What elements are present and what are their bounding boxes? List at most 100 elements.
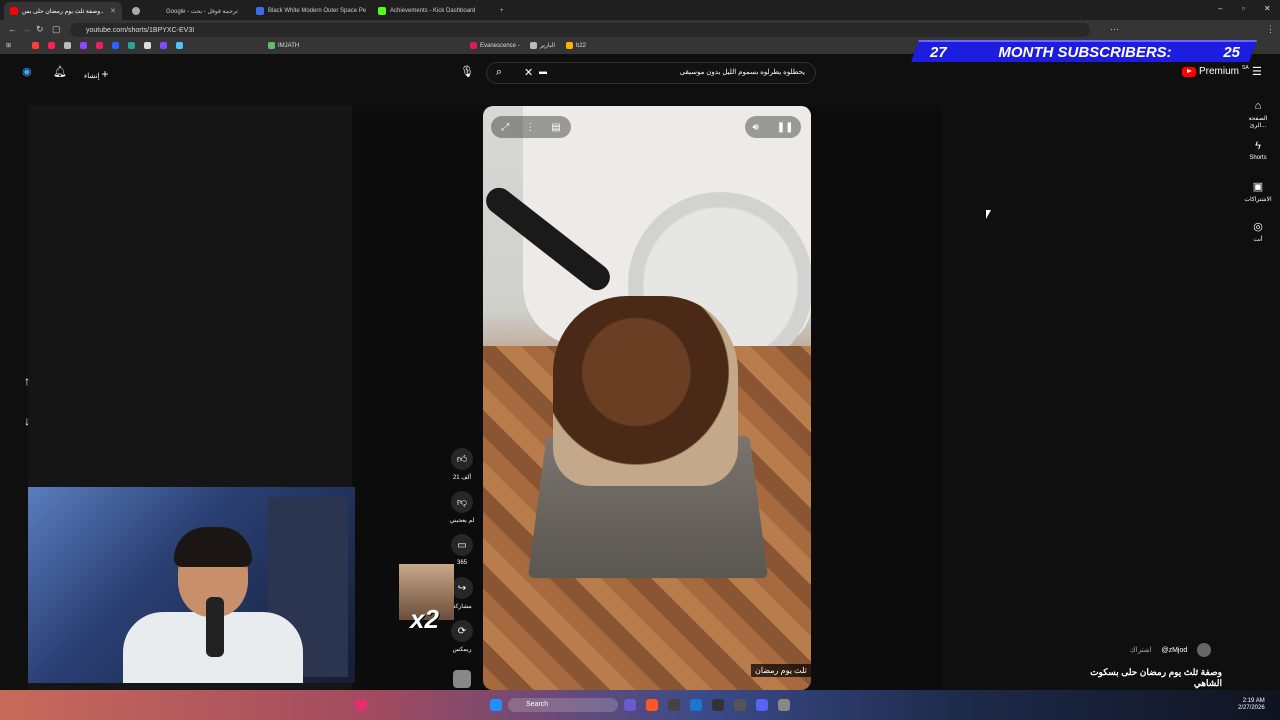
comments-button[interactable]: ▭ 365 <box>447 534 477 566</box>
bookmark-icon[interactable] <box>32 42 39 49</box>
search-icon[interactable]: ⌕ <box>496 66 502 79</box>
bookmark-icon[interactable] <box>96 42 103 49</box>
thumbs-up-icon: 👍︎ <box>451 448 473 470</box>
create-button[interactable]: إنشاء + <box>84 67 109 81</box>
sidebar-item-shorts[interactable]: ϟ Shorts <box>1240 140 1276 161</box>
bookmark-icon[interactable] <box>80 42 87 49</box>
next-short-arrow-icon[interactable]: ↓ <box>24 414 30 428</box>
bookmark-icon[interactable] <box>128 42 135 49</box>
fullscreen-icon[interactable]: ⤢ <box>501 122 509 133</box>
taskbar-app-icon[interactable] <box>712 699 724 711</box>
apps-icon[interactable]: ⊞ <box>6 42 11 49</box>
video-top-right-controls: 🔊︎ ❚❚ <box>745 116 801 138</box>
remix-button[interactable]: ⟳ ريمكس <box>447 620 477 653</box>
sidebar-label: الصفحة الرئ... <box>1249 116 1268 129</box>
voice-search-icon[interactable]: 🎙︎ <box>460 65 474 78</box>
volume-icon[interactable]: 🔊︎ <box>752 122 758 133</box>
new-tab-button[interactable]: + <box>494 2 510 20</box>
menu-icon[interactable]: ⋮ <box>1266 24 1275 35</box>
taskbar-search[interactable]: Search <box>508 698 618 712</box>
taskbar-app-icon[interactable] <box>668 699 680 711</box>
video-top-left-controls: ⤢ ⋮ ▤ <box>491 116 571 138</box>
tab-canva[interactable]: Black White Modern Outer Space Pe <box>250 2 368 20</box>
settings-icon[interactable] <box>778 699 790 711</box>
hamburger-menu-icon[interactable]: ☰ <box>1252 65 1262 78</box>
subscriptions-icon: ▣ <box>1240 180 1276 193</box>
windows-start-icon[interactable] <box>490 699 502 711</box>
reload-icon[interactable]: ↻ <box>36 24 44 35</box>
bookmark-icon[interactable] <box>48 42 55 49</box>
bookmark-icon[interactable] <box>144 42 151 49</box>
previous-short-arrow-icon[interactable]: ↑ <box>24 374 30 388</box>
bookmark-page-icon[interactable]: ▢ <box>52 24 61 35</box>
maximize-icon[interactable]: ▫ <box>1242 4 1245 13</box>
discord-icon[interactable] <box>756 699 768 711</box>
bookmark-evanescence[interactable]: Evanescence - <box>470 42 520 49</box>
url-text: youtube.com/shorts/1BPYXC-EV3I <box>86 27 194 34</box>
notifications-icon[interactable]: 🔔︎ <box>53 65 67 78</box>
keyboard-icon[interactable]: ▬ <box>539 67 547 76</box>
sidebar-item-home[interactable]: ⌂ الصفحة الرئ... <box>1240 100 1276 129</box>
tab-chrome[interactable] <box>126 2 150 20</box>
dislike-button[interactable]: 👎︎ لم يعجبني <box>447 491 477 524</box>
microphone-icon <box>206 597 224 657</box>
close-window-icon[interactable]: ✕ <box>1264 4 1271 13</box>
brave-icon[interactable] <box>646 699 658 711</box>
remix-label: ريمكس <box>453 647 472 653</box>
channel-info: اشتراك @zMjod <box>1130 643 1211 657</box>
bookmark-icon[interactable] <box>160 42 167 49</box>
captions-icon[interactable]: ▤ <box>551 122 560 133</box>
bookmark-label: b22 <box>576 43 586 49</box>
pause-icon[interactable]: ❚❚ <box>777 122 794 133</box>
shorts-video[interactable]: ⤢ ⋮ ▤ 🔊︎ ❚❚ ثلث يوم رمضان <box>483 106 811 690</box>
sidebar-item-you[interactable]: ◎ أنت <box>1240 220 1276 243</box>
clear-search-icon[interactable]: ✕ <box>524 66 533 79</box>
taskbar-app-icon[interactable] <box>734 699 746 711</box>
channel-handle[interactable]: @zMjod <box>1162 647 1188 654</box>
bookmark-b22[interactable]: b22 <box>566 42 586 49</box>
banner-text: MONTH SUBSCRIBERS: <box>998 44 1171 61</box>
steam-icon[interactable] <box>690 699 702 711</box>
tab-label: وصفة ثلث يوم رمضان حلى بس.. <box>22 8 104 15</box>
system-clock[interactable]: 2:19 AM 2/27/2026 <box>1238 698 1265 712</box>
tab-label: Google - ترجمة قوقل - بحث <box>166 8 238 15</box>
video-title[interactable]: وصفة ثلث يوم رمضان حلى بسكوت الشاهي <box>1060 667 1222 689</box>
tab-google[interactable]: Google - ترجمة قوقل - بحث <box>160 2 248 20</box>
subscribe-button[interactable]: اشتراك <box>1130 646 1152 654</box>
forward-icon[interactable]: → <box>22 24 31 34</box>
search-input[interactable]: ⌕ ✕ ▬ يحطلوه يطرلوه بسموم الليل بدون موس… <box>486 62 816 84</box>
taskbar-app-icon[interactable] <box>624 699 636 711</box>
share-icon: ↪ <box>451 577 473 599</box>
like-button[interactable]: 👍︎ 21 ألف <box>447 448 477 481</box>
tab-label: Achievements - Kick Dashboard <box>390 8 475 14</box>
channel-avatar[interactable] <box>1197 643 1211 657</box>
extension-icon[interactable]: ⋯ <box>1110 24 1119 35</box>
region-label: SA <box>1242 65 1249 71</box>
close-tab-icon[interactable]: ✕ <box>110 7 116 15</box>
bookmark-folder[interactable]: البارير <box>530 42 555 49</box>
address-bar-row: ← → ↻ ▢ youtube.com/shorts/1BPYXC-EV3I ⋯… <box>0 20 1280 40</box>
bookmark-icon[interactable] <box>176 42 183 49</box>
account-avatar-icon[interactable]: ◉ <box>22 65 32 78</box>
premium-label: Premium <box>1199 66 1239 77</box>
banner-left-number: 27 <box>930 44 947 61</box>
bookmark-icon[interactable] <box>112 42 119 49</box>
sidebar-item-subscriptions[interactable]: ▣ الاشتراكات <box>1240 180 1276 203</box>
tab-kick[interactable]: Achievements - Kick Dashboard <box>372 2 490 20</box>
back-icon[interactable]: ← <box>8 24 17 34</box>
url-field[interactable]: youtube.com/shorts/1BPYXC-EV3I <box>70 23 1090 37</box>
minimize-icon[interactable]: – <box>1218 4 1222 13</box>
banner-right-number: 25 <box>1223 44 1240 61</box>
more-options-icon[interactable]: ⋮ <box>525 122 535 133</box>
bookmark-imjath[interactable]: IMJATH <box>268 42 299 49</box>
bookmark-icon[interactable] <box>64 42 71 49</box>
thumbs-down-icon: 👎︎ <box>451 491 473 513</box>
share-label: مشاركة <box>452 604 471 610</box>
tab-youtube[interactable]: وصفة ثلث يوم رمضان حلى بس.. ✕ <box>4 2 122 20</box>
youtube-premium-logo[interactable]: Premium SA <box>1182 66 1249 77</box>
dislike-label: لم يعجبني <box>450 518 475 524</box>
shorts-icon: ϟ <box>1240 140 1276 152</box>
sidebar-label: أنت <box>1253 237 1262 243</box>
taskbar-search-label: Search <box>526 701 548 708</box>
sound-avatar[interactable] <box>453 670 471 688</box>
